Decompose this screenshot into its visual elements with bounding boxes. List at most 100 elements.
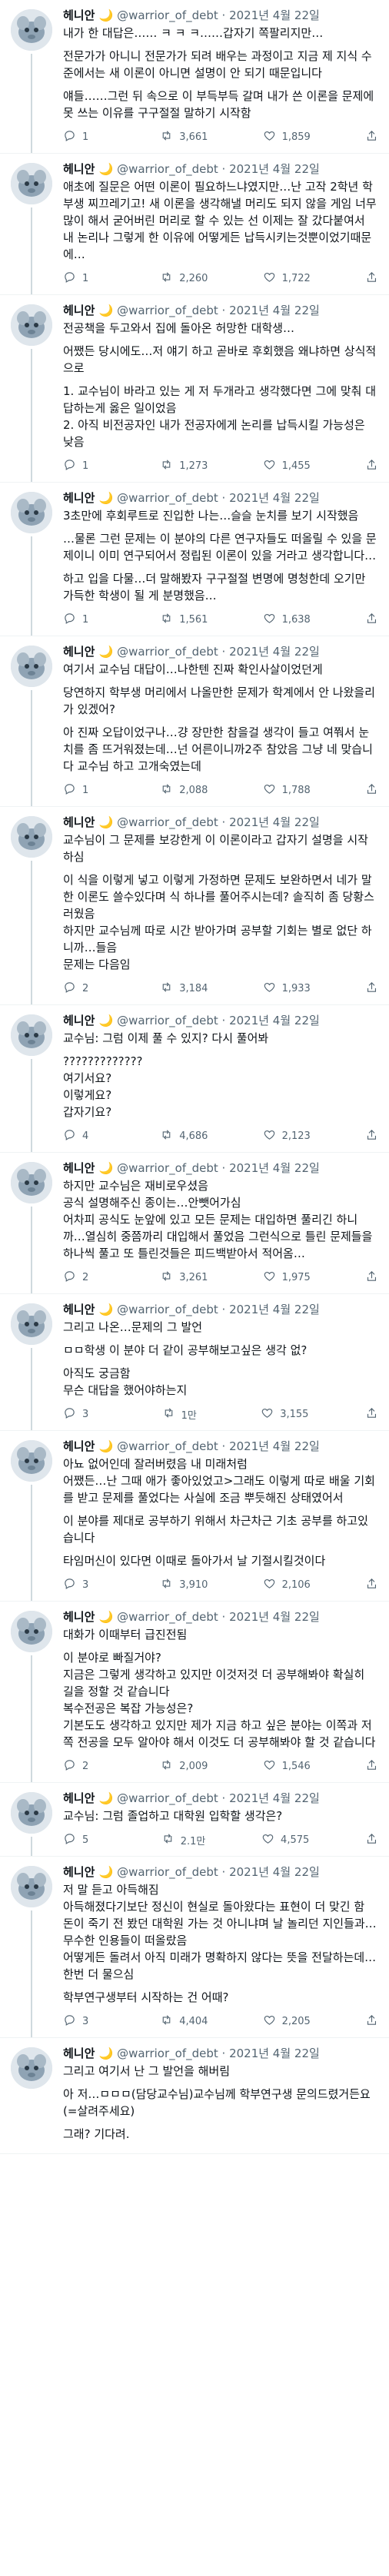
tweet-date[interactable]: 2021년 4월 22일: [229, 1439, 320, 1453]
reply-button[interactable]: 3: [63, 2013, 105, 2030]
retweet-button[interactable]: 1만: [162, 1406, 204, 1422]
avatar[interactable]: [11, 304, 52, 346]
tweet[interactable]: 헤니안 🌙 @warrior_of_debt · 2021년 4월 22일 아뇨 …: [0, 1431, 389, 1602]
tweet-date[interactable]: 2021년 4월 22일: [229, 1791, 320, 1805]
retweet-button[interactable]: 2,009: [160, 1758, 208, 1774]
author-handle[interactable]: @warrior_of_debt: [117, 8, 218, 22]
avatar[interactable]: [11, 1611, 52, 1652]
share-button[interactable]: [365, 458, 378, 474]
like-button[interactable]: 3,155: [261, 1406, 308, 1422]
reply-button[interactable]: 2: [63, 1758, 105, 1774]
share-button[interactable]: [365, 1270, 378, 1286]
author-handle[interactable]: @warrior_of_debt: [117, 1014, 218, 1027]
retweet-button[interactable]: 3,261: [160, 1270, 208, 1286]
share-button[interactable]: [365, 1577, 378, 1593]
reply-button[interactable]: 2: [63, 1270, 105, 1286]
tweet-date[interactable]: 2021년 4월 22일: [229, 1610, 320, 1624]
tweet[interactable]: 헤니안 🌙 @warrior_of_debt · 2021년 4월 22일 대화가…: [0, 1602, 389, 1783]
author-handle[interactable]: @warrior_of_debt: [117, 1161, 218, 1175]
avatar[interactable]: [11, 1792, 52, 1834]
retweet-button[interactable]: 2,088: [160, 782, 208, 798]
like-button[interactable]: 1,638: [263, 612, 311, 628]
tweet[interactable]: 헤니안 🌙 @warrior_of_debt · 2021년 4월 22일 애초에…: [0, 154, 389, 295]
avatar[interactable]: [11, 163, 52, 204]
author-handle[interactable]: @warrior_of_debt: [117, 645, 218, 659]
share-button[interactable]: [365, 782, 378, 798]
author-handle[interactable]: @warrior_of_debt: [117, 1865, 218, 1879]
retweet-button[interactable]: 1,273: [160, 458, 208, 474]
share-button[interactable]: [365, 1832, 378, 1848]
author-handle[interactable]: @warrior_of_debt: [117, 162, 218, 176]
avatar[interactable]: [11, 2047, 52, 2089]
retweet-button[interactable]: 4,404: [160, 2013, 208, 2030]
author-name[interactable]: 헤니안 🌙: [63, 1865, 113, 1879]
like-button[interactable]: 1,455: [263, 458, 311, 474]
like-button[interactable]: 2,106: [263, 1577, 311, 1593]
author-name[interactable]: 헤니안 🌙: [63, 1303, 113, 1316]
tweet-date[interactable]: 2021년 4월 22일: [229, 304, 320, 317]
author-name[interactable]: 헤니안 🌙: [63, 1014, 113, 1027]
like-button[interactable]: 2,205: [263, 2013, 311, 2030]
author-name[interactable]: 헤니안 🌙: [63, 1161, 113, 1175]
share-button[interactable]: [365, 2013, 378, 2030]
author-handle[interactable]: @warrior_of_debt: [117, 304, 218, 317]
tweet-date[interactable]: 2021년 4월 22일: [229, 815, 320, 829]
share-button[interactable]: [365, 129, 378, 145]
tweet[interactable]: 헤니안 🌙 @warrior_of_debt · 2021년 4월 22일 저 말…: [0, 1857, 389, 2038]
avatar[interactable]: [11, 1014, 52, 1056]
tweet[interactable]: 헤니안 🌙 @warrior_of_debt · 2021년 4월 22일 3초만…: [0, 483, 389, 636]
tweet[interactable]: 헤니안 🌙 @warrior_of_debt · 2021년 4월 22일 여기서…: [0, 636, 389, 807]
author-handle[interactable]: @warrior_of_debt: [117, 1610, 218, 1624]
reply-button[interactable]: 3: [63, 1577, 105, 1593]
reply-button[interactable]: 5: [63, 1832, 105, 1848]
share-button[interactable]: [365, 1758, 378, 1774]
like-button[interactable]: 1,788: [263, 782, 311, 798]
avatar[interactable]: [11, 816, 52, 858]
tweet[interactable]: 헤니안 🌙 @warrior_of_debt · 2021년 4월 22일 교수님…: [0, 1783, 389, 1857]
tweet[interactable]: 헤니안 🌙 @warrior_of_debt · 2021년 4월 22일 교수님…: [0, 1005, 389, 1153]
reply-button[interactable]: 1: [63, 782, 105, 798]
author-name[interactable]: 헤니안 🌙: [63, 304, 113, 317]
tweet-date[interactable]: 2021년 4월 22일: [229, 491, 320, 505]
avatar[interactable]: [11, 1162, 52, 1203]
reply-button[interactable]: 2: [63, 981, 105, 997]
author-handle[interactable]: @warrior_of_debt: [117, 1439, 218, 1453]
share-button[interactable]: [365, 981, 378, 997]
like-button[interactable]: 2,123: [263, 1128, 311, 1144]
tweet-date[interactable]: 2021년 4월 22일: [229, 2047, 320, 2060]
tweet[interactable]: 헤니안 🌙 @warrior_of_debt · 2021년 4월 22일 전공책…: [0, 295, 389, 483]
retweet-button[interactable]: 2,260: [160, 271, 208, 287]
tweet-date[interactable]: 2021년 4월 22일: [229, 162, 320, 176]
author-name[interactable]: 헤니안 🌙: [63, 1610, 113, 1624]
tweet[interactable]: 헤니안 🌙 @warrior_of_debt · 2021년 4월 22일 그리고…: [0, 1294, 389, 1431]
tweet-date[interactable]: 2021년 4월 22일: [229, 1014, 320, 1027]
like-button[interactable]: 1,859: [263, 129, 311, 145]
author-handle[interactable]: @warrior_of_debt: [117, 815, 218, 829]
author-name[interactable]: 헤니안 🌙: [63, 2047, 113, 2060]
retweet-button[interactable]: 3,910: [160, 1577, 208, 1593]
avatar[interactable]: [11, 9, 52, 51]
like-button[interactable]: 1,546: [263, 1758, 311, 1774]
author-handle[interactable]: @warrior_of_debt: [117, 2047, 218, 2060]
author-name[interactable]: 헤니안 🌙: [63, 1791, 113, 1805]
author-handle[interactable]: @warrior_of_debt: [117, 1791, 218, 1805]
retweet-button[interactable]: 2.1만: [161, 1832, 205, 1848]
share-button[interactable]: [365, 1406, 378, 1422]
tweet[interactable]: 헤니안 🌙 @warrior_of_debt · 2021년 4월 22일 하지만…: [0, 1153, 389, 1294]
tweet-date[interactable]: 2021년 4월 22일: [229, 8, 320, 22]
share-button[interactable]: [365, 612, 378, 628]
reply-button[interactable]: 4: [63, 1128, 105, 1144]
reply-button[interactable]: 1: [63, 458, 105, 474]
like-button[interactable]: 1,722: [263, 271, 311, 287]
reply-button[interactable]: 3: [63, 1406, 105, 1422]
author-name[interactable]: 헤니안 🌙: [63, 1439, 113, 1453]
tweet-date[interactable]: 2021년 4월 22일: [229, 1161, 320, 1175]
avatar[interactable]: [11, 1440, 52, 1482]
avatar[interactable]: [11, 646, 52, 687]
retweet-button[interactable]: 1,561: [160, 612, 208, 628]
tweet-date[interactable]: 2021년 4월 22일: [229, 645, 320, 659]
author-name[interactable]: 헤니안 🌙: [63, 815, 113, 829]
tweet[interactable]: 헤니안 🌙 @warrior_of_debt · 2021년 4월 22일 그리고…: [0, 2038, 389, 2154]
like-button[interactable]: 1,975: [263, 1270, 311, 1286]
share-button[interactable]: [365, 271, 378, 287]
